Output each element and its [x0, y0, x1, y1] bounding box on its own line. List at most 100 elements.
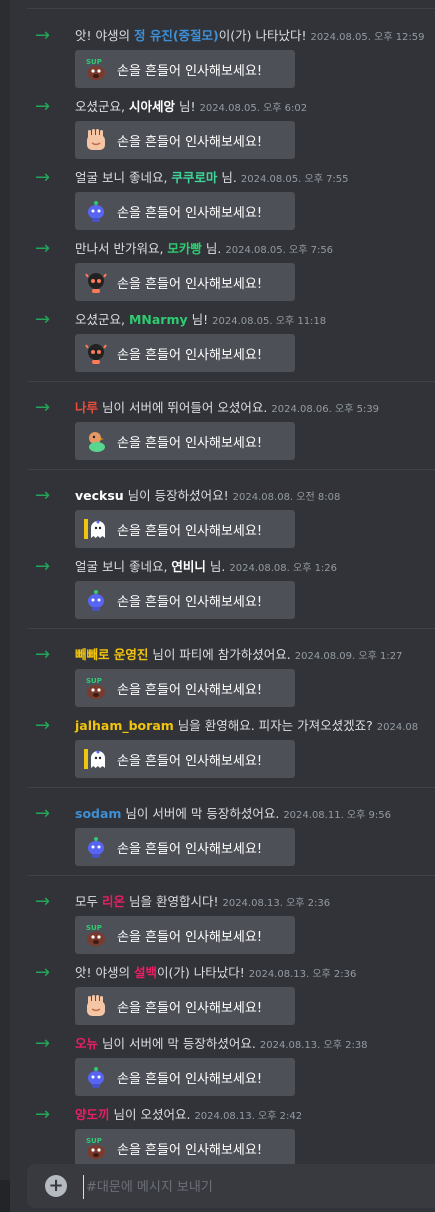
member-name[interactable]: 빼빼로 운영진	[75, 647, 148, 662]
wave-button-label: 손을 흔들어 인사해보세요!	[117, 134, 263, 150]
join-message[interactable]: → 나루 님이 서버에 뛰어들어 오셨어요. 2024.08.06. 오후 5:39…	[27, 398, 435, 460]
wave-button[interactable]: 손을 흔들어 인사해보세요!	[75, 263, 295, 301]
member-name[interactable]: 양도끼	[75, 1107, 110, 1122]
message-prefix: 얼굴 보니 좋네요,	[75, 559, 172, 574]
message-timestamp: 2024.08.05. 오후 12:59	[310, 32, 425, 43]
join-arrow-icon: →	[35, 309, 51, 330]
wave-button-label: 손을 흔들어 인사해보세요!	[117, 682, 263, 698]
wave-button[interactable]: 손을 흔들어 인사해보세요!	[75, 1058, 295, 1096]
wave-button[interactable]: 손을 흔들어 인사해보세요!	[75, 740, 295, 778]
member-name[interactable]: 나루	[75, 400, 98, 415]
join-message[interactable]: → 앗! 야생의 설백이(가) 나타났다! 2024.08.13. 오후 2:36 손…	[27, 963, 435, 1025]
message-text: 만나서 반가워요, 모카빵 님. 2024.08.05. 오후 7:56	[75, 239, 435, 261]
join-arrow-icon: →	[35, 25, 51, 46]
wave-button[interactable]: 손을 흔들어 인사해보세요!	[75, 334, 295, 372]
join-message[interactable]: → 빼빼로 운영진 님이 파티에 참가하셨어요. 2024.08.09. 오후 1:…	[27, 645, 435, 707]
join-message[interactable]: → sodam 님이 서버에 막 등장하셨어요. 2024.08.11. 오후 9:…	[27, 804, 435, 866]
wumpus-icon	[83, 198, 109, 224]
join-message[interactable]: → 얼굴 보니 좋네요, 연비니 님. 2024.08.08. 오후 1:26 손을 …	[27, 557, 435, 619]
message-prefix: 앗! 야생의	[75, 28, 134, 43]
join-message[interactable]: → jalham_boram 님을 환영해요. 피자는 가져오셨겠죠? 2024.0…	[27, 716, 435, 778]
member-name[interactable]: 쿠쿠로마	[171, 170, 217, 185]
wave-button[interactable]: 손을 흔들어 인사해보세요!	[75, 987, 295, 1025]
wumpus-icon	[83, 834, 109, 860]
member-name[interactable]: 시아세앙	[129, 99, 175, 114]
join-message[interactable]: → 양도끼 님이 오셨어요. 2024.08.13. 오후 2:42 SUP 손을 흔들…	[27, 1105, 435, 1165]
message-text: 모두 리온 님을 환영합시다! 2024.08.13. 오후 2:36	[75, 892, 435, 914]
wave-button[interactable]: 손을 흔들어 인사해보세요!	[75, 422, 295, 460]
wave-button[interactable]: 손을 흔들어 인사해보세요!	[75, 121, 295, 159]
member-name[interactable]: 설백	[134, 965, 157, 980]
message-feed[interactable]: → 앗! 야생의 정 유진(중절모)이(가) 나타났다! 2024.08.05. 오…	[27, 0, 435, 1165]
duck-icon	[83, 428, 109, 454]
join-message[interactable]: → 오뉴 님이 서버에 막 등장하셨어요. 2024.08.13. 오후 2:38 손…	[27, 1034, 435, 1096]
member-name[interactable]: 리온	[102, 894, 125, 909]
robot-icon	[83, 269, 109, 295]
wave-button[interactable]: 손을 흔들어 인사해보세요!	[75, 581, 295, 619]
join-message[interactable]: → 얼굴 보니 좋네요, 쿠쿠로마 님. 2024.08.05. 오후 7:55 손을…	[27, 168, 435, 230]
join-message[interactable]: → 오셨군요, MNarmy 님! 2024.08.05. 오후 11:18 손을 흔…	[27, 310, 435, 372]
join-arrow-icon: →	[35, 485, 51, 506]
wave-button[interactable]: SUP 손을 흔들어 인사해보세요!	[75, 669, 295, 707]
wave-button[interactable]: 손을 흔들어 인사해보세요!	[75, 192, 295, 230]
message-suffix: 님을 환영해요. 피자는 가져오셨겠죠?	[173, 718, 373, 733]
sidebar-edge	[0, 0, 10, 1180]
member-name[interactable]: MNarmy	[129, 312, 188, 327]
message-suffix: 이(가) 나타났다!	[218, 28, 307, 43]
wave-button-label: 손을 흔들어 인사해보세요!	[117, 929, 263, 945]
wumpus-icon	[83, 587, 109, 613]
message-suffix: 님이 서버에 막 등장하셨어요.	[98, 1036, 256, 1051]
message-text: 오셨군요, MNarmy 님! 2024.08.05. 오후 11:18	[75, 310, 435, 332]
join-arrow-icon: →	[35, 715, 51, 736]
message-suffix: 님.	[201, 241, 222, 256]
wave-button[interactable]: SUP 손을 흔들어 인사해보세요!	[75, 1129, 295, 1165]
join-arrow-icon: →	[35, 96, 51, 117]
member-name[interactable]: 오뉴	[75, 1036, 98, 1051]
message-timestamp: 2024.08.08. 오전 8:08	[232, 492, 341, 503]
wave-button[interactable]: 손을 흔들어 인사해보세요!	[75, 828, 295, 866]
member-name[interactable]: 모카빵	[167, 241, 202, 256]
message-timestamp: 2024.08.13. 오후 2:36	[222, 898, 331, 909]
wave-button[interactable]: 손을 흔들어 인사해보세요!	[75, 510, 295, 548]
message-text: 오셨군요, 시아세앙 님! 2024.08.05. 오후 6:02	[75, 97, 435, 119]
join-message[interactable]: → vecksu 님이 등장하셨어요! 2024.08.08. 오전 8:08 손을 …	[27, 486, 435, 548]
join-message[interactable]: → 앗! 야생의 정 유진(중절모)이(가) 나타났다! 2024.08.05. 오…	[27, 26, 435, 88]
message-composer: +	[27, 1164, 435, 1208]
message-timestamp: 2024.08.05. 오후 6:02	[199, 103, 308, 114]
message-timestamp: 2024.08.13. 오후 2:36	[248, 969, 357, 980]
group-divider	[27, 875, 435, 876]
message-suffix: 님이 오셨어요.	[109, 1107, 191, 1122]
ghost-icon	[83, 746, 109, 772]
message-prefix: 얼굴 보니 좋네요,	[75, 170, 172, 185]
member-name[interactable]: jalham_boram	[75, 718, 174, 733]
join-message[interactable]: → 모두 리온 님을 환영합시다! 2024.08.13. 오후 2:36 SUP 손을…	[27, 892, 435, 954]
wave-button-label: 손을 흔들어 인사해보세요!	[117, 841, 263, 857]
hand-icon	[83, 993, 109, 1019]
join-message[interactable]: → 만나서 반가워요, 모카빵 님. 2024.08.05. 오후 7:56 손을 흔…	[27, 239, 435, 301]
message-text: sodam 님이 서버에 막 등장하셨어요. 2024.08.11. 오후 9:5…	[75, 804, 435, 826]
join-arrow-icon: →	[35, 556, 51, 577]
member-name[interactable]: 연비니	[171, 559, 206, 574]
member-name[interactable]: 정 유진(중절모)	[134, 28, 219, 43]
wave-button[interactable]: SUP 손을 흔들어 인사해보세요!	[75, 916, 295, 954]
message-text: 얼굴 보니 좋네요, 쿠쿠로마 님. 2024.08.05. 오후 7:55	[75, 168, 435, 190]
member-name[interactable]: sodam	[75, 806, 121, 821]
group-divider	[27, 628, 435, 629]
join-arrow-icon: →	[35, 644, 51, 665]
group-divider	[27, 8, 435, 9]
join-message[interactable]: → 오셨군요, 시아세앙 님! 2024.08.05. 오후 6:02 손을 흔들어 …	[27, 97, 435, 159]
message-suffix: 님.	[205, 559, 226, 574]
wave-button-label: 손을 흔들어 인사해보세요!	[117, 1142, 263, 1158]
svg-text:SUP: SUP	[86, 1137, 102, 1145]
message-timestamp: 2024.08.05. 오후 7:55	[240, 174, 349, 185]
message-input[interactable]	[83, 1175, 428, 1199]
join-arrow-icon: →	[35, 1104, 51, 1125]
wave-button[interactable]: SUP 손을 흔들어 인사해보세요!	[75, 50, 295, 88]
message-suffix: 님이 등장하셨어요!	[123, 488, 229, 503]
message-timestamp: 2024.08	[376, 722, 419, 733]
join-arrow-icon: →	[35, 167, 51, 188]
message-suffix: 님!	[174, 99, 196, 114]
add-attachment-button[interactable]: +	[45, 1175, 67, 1197]
message-text: 얼굴 보니 좋네요, 연비니 님. 2024.08.08. 오후 1:26	[75, 557, 435, 579]
member-name[interactable]: vecksu	[75, 488, 124, 503]
